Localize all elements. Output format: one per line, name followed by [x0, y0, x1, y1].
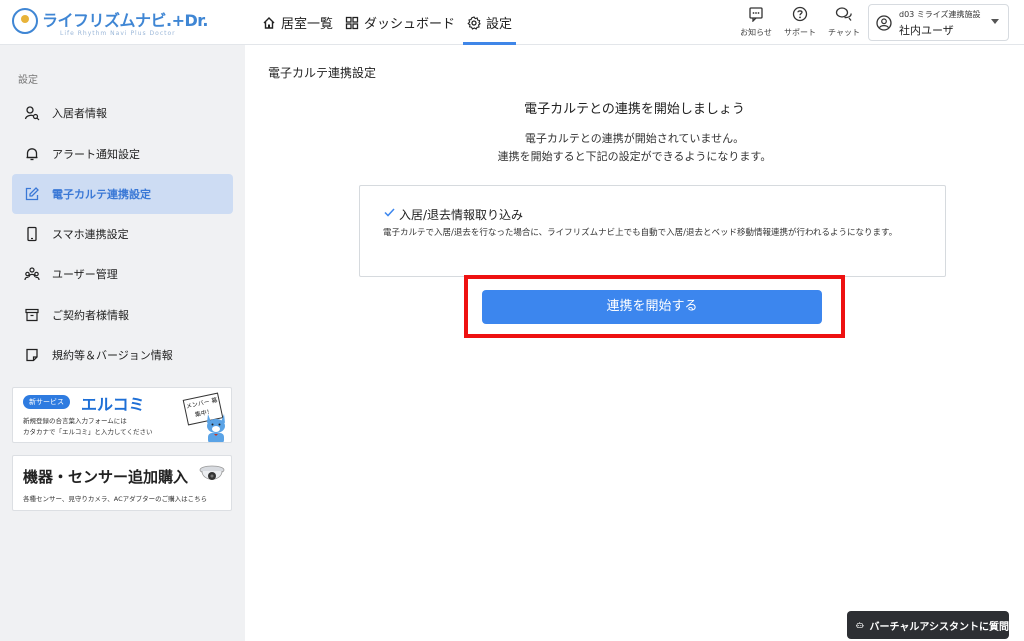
archive-icon — [25, 308, 39, 322]
main-description-line1: 電子カルテとの連携が開始されていません。 — [524, 132, 745, 145]
sidebar-item-label: ご契約者様情報 — [52, 309, 129, 322]
bell-icon — [26, 148, 38, 161]
nav-rooms-label: 居室一覧 — [281, 17, 334, 32]
chat-label: チャット — [828, 28, 860, 37]
nav-settings-label: 設定 — [486, 17, 513, 32]
logo[interactable]: ライフリズムナビ.+Dr. Life Rhythm Navi Plus Doct… — [12, 6, 208, 40]
sidebar-item-label: 電子カルテ連携設定 — [52, 188, 151, 201]
main-nav: 居室一覧 ダッシュボード 設定 — [262, 0, 524, 45]
sidebar-item-terms[interactable]: 規約等＆バージョン情報 — [12, 335, 233, 375]
support-button[interactable]: サポート — [778, 6, 822, 38]
assistant-label: バーチャルアシスタントに質問 — [869, 621, 1010, 633]
nav-settings[interactable]: 設定 — [463, 0, 517, 45]
dashboard-icon — [345, 16, 359, 29]
sidebar-item-resident[interactable]: 入居者情報 — [12, 93, 233, 133]
user-name: 社内ユーザ — [899, 24, 954, 37]
start-integration-button[interactable]: 連携を開始する — [482, 290, 822, 324]
account-icon — [876, 15, 892, 31]
edit-icon — [25, 187, 39, 201]
sidebar-item-label: スマホ連携設定 — [52, 228, 129, 241]
mascot-icon — [207, 414, 225, 442]
notice-button[interactable]: お知らせ — [734, 6, 778, 38]
sidebar-item-label: 入居者情報 — [52, 107, 107, 120]
sidebar-heading: 設定 — [18, 75, 38, 86]
chat-icon — [835, 7, 852, 21]
home-icon — [263, 16, 275, 29]
user-menu[interactable]: d03 ミライズ連携施設 社内ユーザ — [868, 4, 1009, 41]
sidebar-item-label: アラート通知設定 — [52, 148, 140, 161]
banner-title: 機器・センサー追加購入 — [23, 468, 189, 486]
nav-rooms[interactable]: 居室一覧 — [262, 0, 333, 45]
new-service-badge: 新サービス — [23, 395, 70, 409]
sidebar-item-users[interactable]: ユーザー管理 — [12, 254, 233, 294]
main-description-line2: 連携を開始すると下記の設定ができるようになります。 — [497, 150, 772, 163]
sidebar-item-alert[interactable]: アラート通知設定 — [12, 134, 233, 174]
sensor-purchase-banner[interactable]: 機器・センサー追加購入 各種センサー、見守りカメラ、ACアダプターのご購入はこち… — [12, 455, 232, 511]
logo-subtext: Life Rhythm Navi Plus Doctor — [60, 30, 176, 37]
sidebar-item-label: 規約等＆バージョン情報 — [52, 349, 173, 362]
logo-mark-icon — [12, 8, 38, 34]
feature-description: 電子カルテで入居/退去を行なった場合に、ライフリズムナビ上でも自動で入居/退去と… — [383, 228, 898, 238]
main-heading: 電子カルテとの連携を開始しましょう — [524, 102, 745, 117]
sidebar-item-label: ユーザー管理 — [52, 268, 118, 281]
sidebar-item-smartphone[interactable]: スマホ連携設定 — [12, 214, 233, 254]
resident-icon — [24, 106, 40, 121]
feature-title: 入居/退去情報取り込み — [399, 208, 524, 222]
virtual-assistant-button[interactable]: バーチャルアシスタントに質問 — [847, 611, 1009, 639]
document-icon — [26, 348, 38, 362]
banner-subtext: 各種センサー、見守りカメラ、ACアダプターのご購入はこちら — [23, 495, 208, 503]
sidebar-item-contract[interactable]: ご契約者様情報 — [12, 295, 233, 335]
header: ライフリズムナビ.+Dr. Life Rhythm Navi Plus Doct… — [0, 0, 1024, 45]
camera-icon — [199, 465, 225, 480]
caret-down-icon — [991, 19, 999, 24]
logo-text: ライフリズムナビ.+Dr. — [42, 11, 208, 30]
support-label: サポート — [784, 28, 816, 37]
banner-text-line1: 新規登録の合言葉入力フォームには — [23, 417, 127, 425]
page-title: 電子カルテ連携設定 — [268, 66, 377, 80]
facility-name: d03 ミライズ連携施設 — [899, 10, 981, 19]
banner-text-line2: カタカナで「エルコミ」と入力してください — [23, 428, 153, 436]
elcomi-banner[interactable]: 新サービス エルコミ 新規登録の合言葉入力フォームには カタカナで「エルコミ」と… — [12, 387, 232, 443]
smartphone-icon — [27, 226, 37, 242]
gear-icon — [467, 15, 481, 30]
check-icon — [384, 208, 395, 217]
sidebar: 設定 入居者情報 アラート通知設定 電子カルテ連携設定 スマホ連携設定 ユーザー… — [0, 45, 245, 641]
help-icon — [792, 6, 808, 22]
nav-dashboard[interactable]: ダッシュボード — [345, 0, 455, 45]
robot-icon — [856, 622, 864, 628]
users-icon — [24, 267, 40, 281]
feature-card: 入居/退去情報取り込み 電子カルテで入居/退去を行なった場合に、ライフリズムナビ… — [359, 185, 946, 277]
chat-button[interactable]: チャット — [822, 6, 866, 38]
notice-icon — [749, 7, 763, 22]
sidebar-item-emr[interactable]: 電子カルテ連携設定 — [12, 174, 233, 214]
notice-label: お知らせ — [740, 28, 772, 37]
banner-title: エルコミ — [81, 395, 145, 414]
nav-dashboard-label: ダッシュボード — [364, 17, 456, 32]
